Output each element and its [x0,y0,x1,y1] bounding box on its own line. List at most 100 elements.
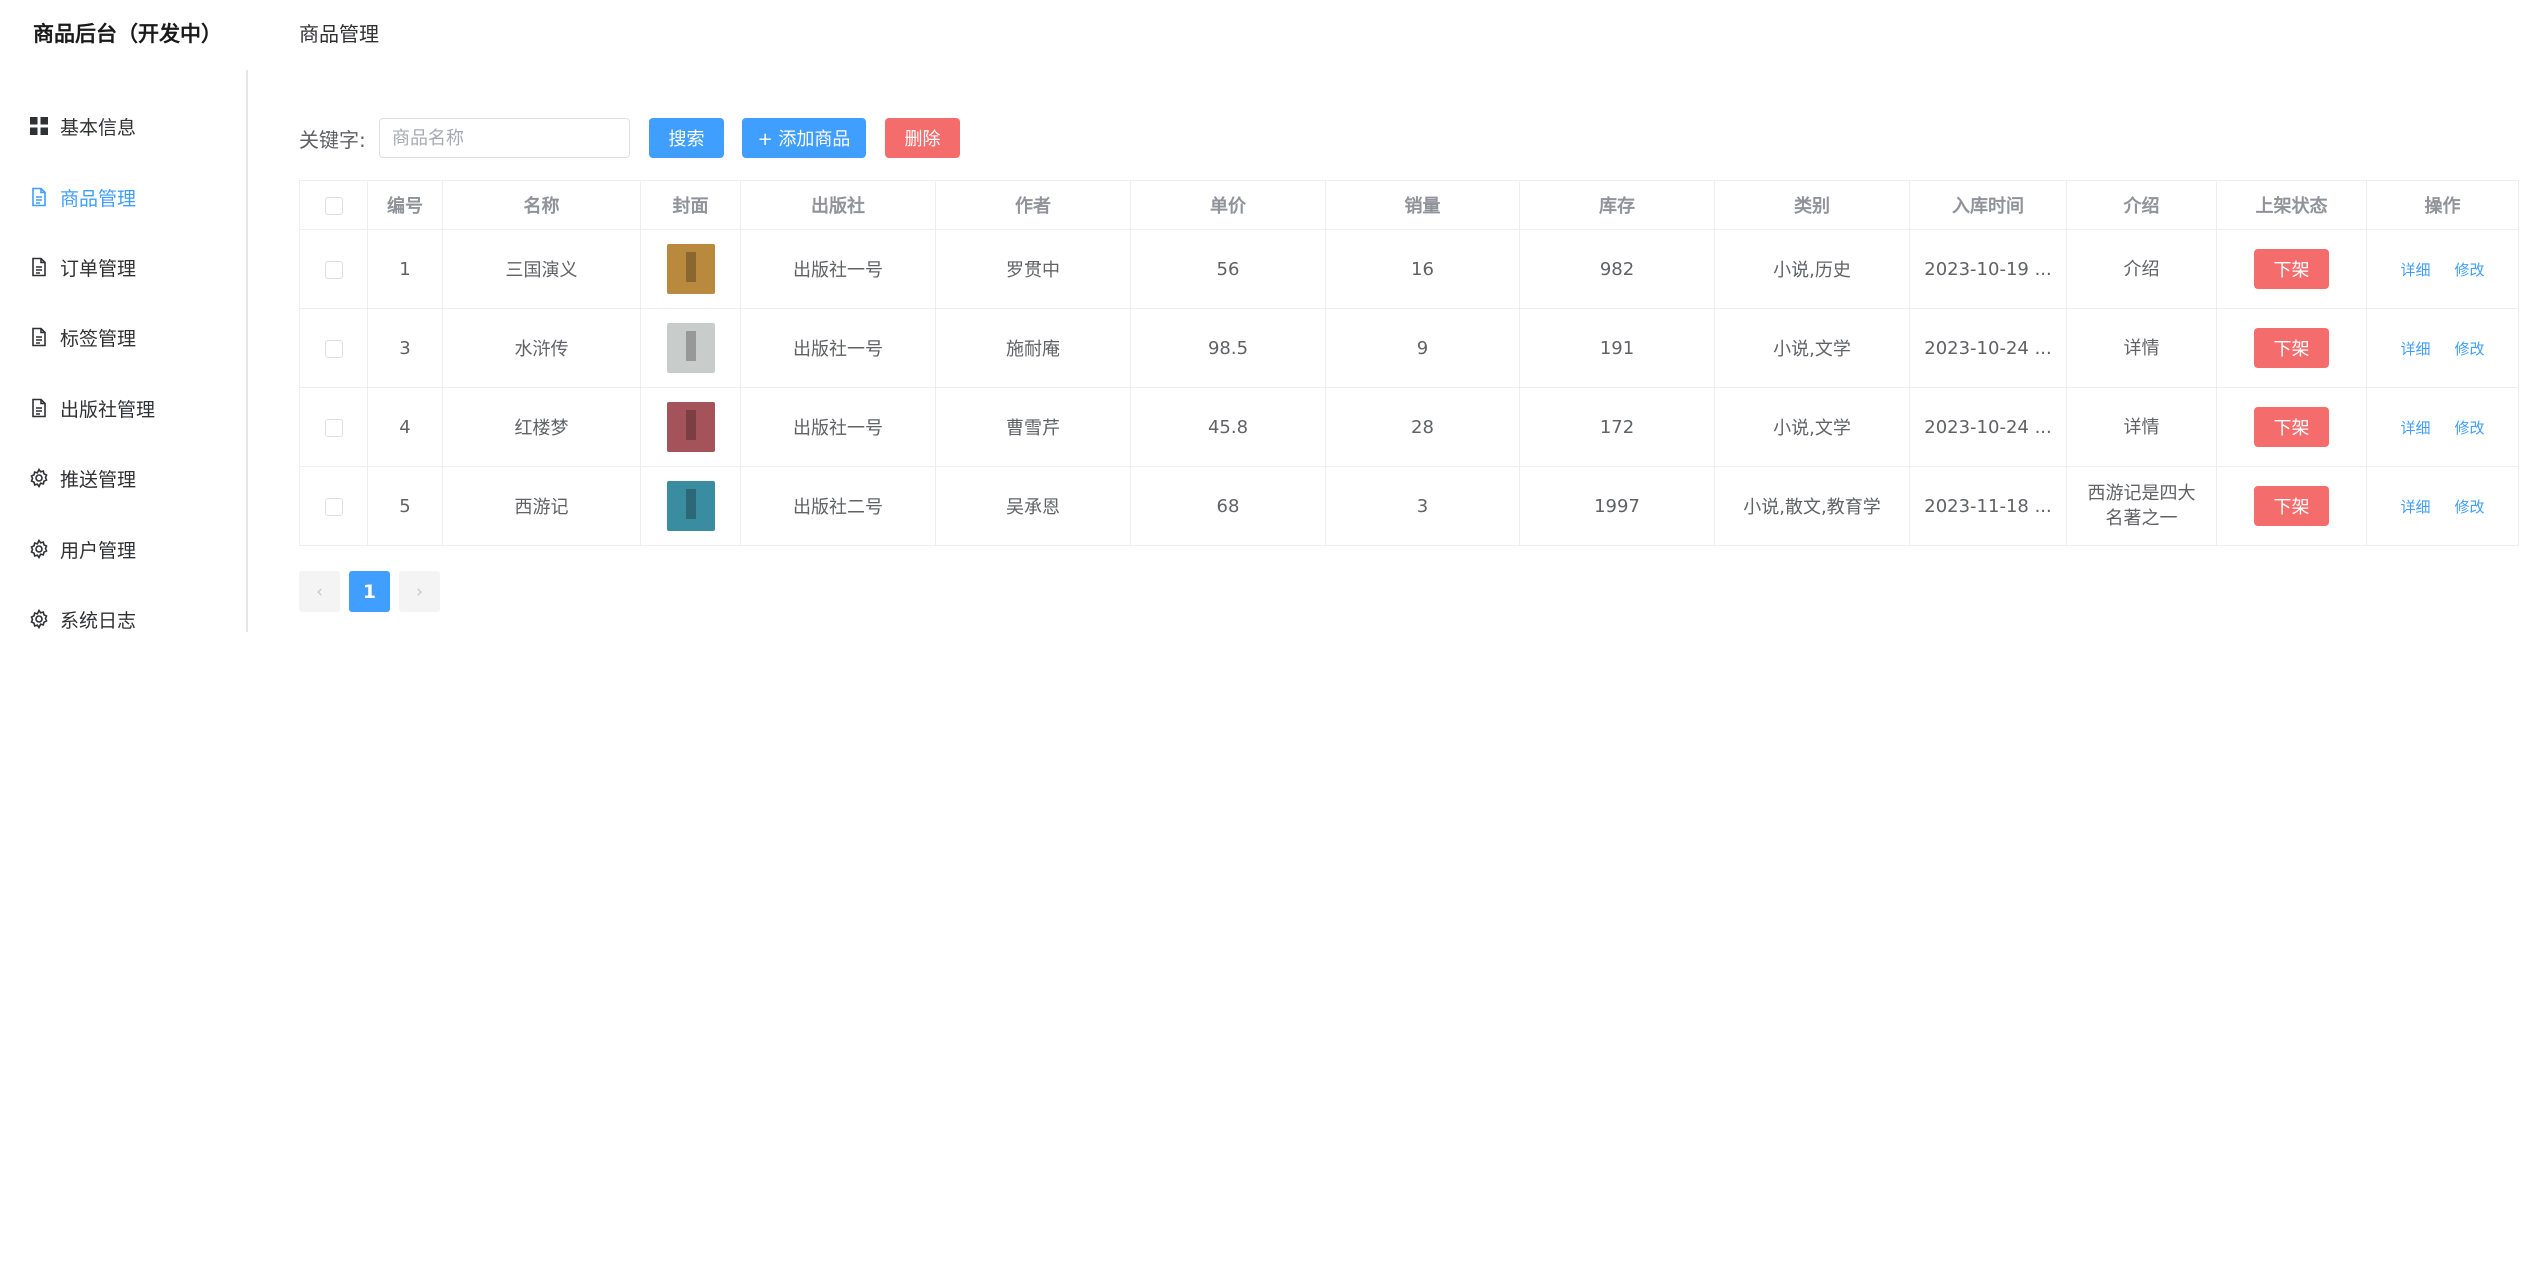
unlist-button[interactable]: 下架 [2254,249,2329,289]
cell-date: 2023-10-24 ... [1909,308,2067,388]
search-input[interactable] [379,118,630,158]
row-checkbox[interactable] [324,339,343,358]
sidebar-item-label: 推送管理 [60,468,137,491]
cell-name: 红楼梦 [442,387,641,467]
cell-cover [640,308,741,388]
detail-link[interactable]: 详细 [2400,340,2430,358]
column-header: 介绍 [2066,180,2217,230]
cell-id: 4 [367,387,443,467]
table-row: 4 红楼梦 出版社一号 曹雪芹 45.8 28 172 小说,文学 2023-1… [299,387,2519,467]
cell-date: 2023-10-24 ... [1909,387,2067,467]
row-checkbox[interactable] [324,260,343,279]
select-all-checkbox[interactable] [324,196,343,215]
cell-actions: 详细 修改 [2366,229,2519,309]
sidebar-item-users[interactable]: 用户管理 [29,529,136,569]
prev-page-button[interactable]: ‹ [299,571,340,612]
cell-publisher: 出版社一号 [740,308,936,388]
row-select-cell [299,466,368,546]
gear-icon [29,609,49,629]
detail-link[interactable]: 详细 [2400,498,2430,516]
cell-status: 下架 [2216,229,2367,309]
gear-icon [29,468,49,488]
book-cover-image [666,402,715,452]
edit-link[interactable]: 修改 [2455,261,2485,279]
keyword-label: 关键字: [299,128,366,152]
column-header: 库存 [1519,180,1715,230]
column-header: 名称 [442,180,641,230]
date-text: 2023-10-24 ... [1924,337,2052,359]
page-number-button[interactable]: 1 [349,571,390,612]
cell-intro: 详情 [2066,308,2217,388]
sidebar-item-label: 基本信息 [60,116,137,139]
book-cover-image [666,481,715,531]
cell-stock: 191 [1519,308,1715,388]
sidebar-item-basic-info[interactable]: 基本信息 [29,106,136,146]
cell-publisher: 出版社一号 [740,387,936,467]
row-checkbox[interactable] [324,418,343,437]
unlist-button[interactable]: 下架 [2254,486,2329,526]
cell-name: 西游记 [442,466,641,546]
edit-link[interactable]: 修改 [2455,498,2485,516]
table-row: 1 三国演义 出版社一号 罗贯中 56 16 982 小说,历史 2023-10… [299,229,2519,309]
search-button[interactable]: 搜索 [649,118,724,158]
cell-price: 68 [1130,466,1326,546]
detail-link[interactable]: 详细 [2400,419,2430,437]
cell-publisher: 出版社二号 [740,466,936,546]
unlist-button[interactable]: 下架 [2254,407,2329,447]
sidebar: 基本信息 商品管理 订单管理 标签管理 出版社管理 推送管理 用户管理 系统日志 [0,70,248,632]
cell-sales: 28 [1325,387,1520,467]
cell-actions: 详细 修改 [2366,387,2519,467]
cell-date: 2023-10-19 ... [1909,229,2067,309]
edit-link[interactable]: 修改 [2455,419,2485,437]
column-header: 编号 [367,180,443,230]
cell-name: 三国演义 [442,229,641,309]
sidebar-item-orders[interactable]: 订单管理 [29,247,136,287]
cell-intro: 西游记是四大名著之一 [2066,466,2217,546]
cell-cover [640,229,741,309]
cell-id: 5 [367,466,443,546]
cell-status: 下架 [2216,308,2367,388]
sidebar-item-publishers[interactable]: 出版社管理 [29,388,155,428]
cell-stock: 982 [1519,229,1715,309]
intro-text: 详情 [2123,416,2160,438]
add-product-button[interactable]: + 添加商品 [742,118,866,158]
column-header: 作者 [935,180,1131,230]
edit-link[interactable]: 修改 [2455,340,2485,358]
gear-icon [29,539,49,559]
column-header: 封面 [640,180,741,230]
document-icon [29,187,49,207]
table-header-row: 编号 名称 封面 出版社 作者 单价 销量 库存 类别 入库时间 介绍 上架状态… [299,180,2519,230]
row-checkbox[interactable] [324,497,343,516]
grid-icon [29,116,49,136]
sidebar-item-products[interactable]: 商品管理 [29,177,136,217]
cell-author: 曹雪芹 [935,387,1131,467]
cell-sales: 16 [1325,229,1520,309]
cell-intro: 介绍 [2066,229,2217,309]
detail-link[interactable]: 详细 [2400,261,2430,279]
intro-text: 西游记是四大名著之一 [2087,483,2196,529]
delete-button[interactable]: 删除 [885,118,960,158]
app-title: 商品后台（开发中） [33,22,222,46]
sidebar-item-system-log[interactable]: 系统日志 [29,599,136,639]
date-text: 2023-11-18 ... [1924,495,2052,517]
cell-stock: 1997 [1519,466,1715,546]
cell-author: 罗贯中 [935,229,1131,309]
document-icon [29,398,49,418]
column-header: 销量 [1325,180,1520,230]
cell-author: 吴承恩 [935,466,1131,546]
unlist-button[interactable]: 下架 [2254,328,2329,368]
book-cover-image [666,244,715,294]
cell-category: 小说,文学 [1714,387,1910,467]
cell-price: 45.8 [1130,387,1326,467]
next-page-button[interactable]: › [399,571,440,612]
sidebar-item-tags[interactable]: 标签管理 [29,317,136,357]
sidebar-item-push[interactable]: 推送管理 [29,458,136,498]
sidebar-item-label: 系统日志 [60,609,137,632]
cell-sales: 3 [1325,466,1520,546]
cell-status: 下架 [2216,387,2367,467]
select-all-cell [299,180,368,230]
row-select-cell [299,308,368,388]
row-select-cell [299,387,368,467]
cell-category: 小说,散文,教育学 [1714,466,1910,546]
intro-text: 介绍 [2123,258,2160,280]
